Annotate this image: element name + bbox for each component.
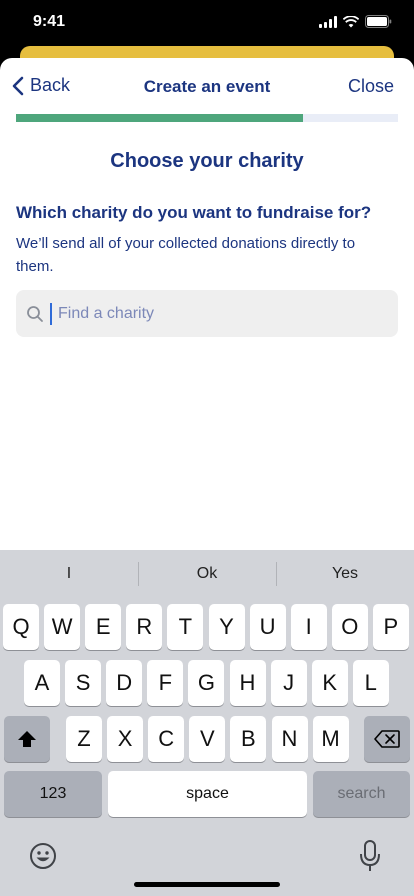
home-indicator: [134, 882, 280, 887]
key-k[interactable]: K: [311, 660, 348, 706]
progress-bar: [16, 114, 398, 122]
close-button[interactable]: Close: [348, 76, 394, 97]
key-m[interactable]: M: [312, 716, 349, 762]
key-j[interactable]: J: [270, 660, 307, 706]
key-v[interactable]: V: [189, 716, 226, 762]
backspace-icon: [374, 730, 400, 748]
key-u[interactable]: U: [249, 604, 286, 650]
key-z[interactable]: Z: [66, 716, 102, 762]
key-f[interactable]: F: [147, 660, 184, 706]
key-r[interactable]: R: [126, 604, 163, 650]
delete-key[interactable]: [364, 716, 410, 762]
status-time: 9:41: [33, 13, 66, 30]
suggestion-bar: I Ok Yes: [0, 550, 414, 598]
key-n[interactable]: N: [271, 716, 308, 762]
emoji-icon[interactable]: [29, 842, 57, 870]
shift-key[interactable]: [4, 716, 50, 762]
key-b[interactable]: B: [230, 716, 267, 762]
search-icon: [27, 305, 43, 322]
battery-icon: [365, 15, 392, 28]
key-p[interactable]: P: [372, 604, 409, 650]
key-h[interactable]: H: [229, 660, 266, 706]
status-icons: [319, 15, 392, 28]
key-o[interactable]: O: [331, 604, 368, 650]
key-s[interactable]: S: [65, 660, 102, 706]
cellular-signal-icon: [319, 15, 337, 28]
description-text: We’ll send all of your collected donatio…: [16, 235, 356, 275]
suggestion-item[interactable]: Ok: [138, 550, 276, 598]
progress-fill: [16, 114, 303, 122]
key-a[interactable]: A: [24, 660, 60, 706]
wifi-icon: [343, 15, 359, 27]
suggestion-item[interactable]: I: [0, 550, 138, 598]
numbers-key[interactable]: 123: [4, 771, 102, 817]
key-i[interactable]: I: [290, 604, 327, 650]
question-text: Which charity do you want to fundraise f…: [16, 203, 372, 222]
text-cursor: [50, 302, 52, 325]
key-d[interactable]: D: [106, 660, 143, 706]
key-y[interactable]: Y: [208, 604, 245, 650]
space-key[interactable]: space: [108, 771, 307, 817]
key-x[interactable]: X: [107, 716, 144, 762]
search-key[interactable]: search: [313, 771, 410, 817]
key-c[interactable]: C: [148, 716, 185, 762]
key-l[interactable]: L: [352, 660, 389, 706]
shift-icon: [18, 731, 36, 747]
charity-search-field[interactable]: [16, 290, 398, 337]
key-t[interactable]: T: [167, 604, 204, 650]
suggestion-item[interactable]: Yes: [276, 550, 414, 598]
section-heading: Choose your charity: [110, 150, 304, 172]
microphone-icon[interactable]: [359, 840, 381, 872]
nav-bar: Back Create an event Close: [0, 58, 414, 114]
key-e[interactable]: E: [85, 604, 122, 650]
keyboard: I Ok Yes QWERTYUIOPASDFGHJKLZXCVBNM 123 …: [0, 550, 414, 896]
key-q[interactable]: Q: [3, 604, 39, 650]
key-w[interactable]: W: [44, 604, 81, 650]
search-input[interactable]: [58, 304, 378, 323]
key-g[interactable]: G: [188, 660, 225, 706]
status-bar: 9:41: [0, 0, 414, 46]
